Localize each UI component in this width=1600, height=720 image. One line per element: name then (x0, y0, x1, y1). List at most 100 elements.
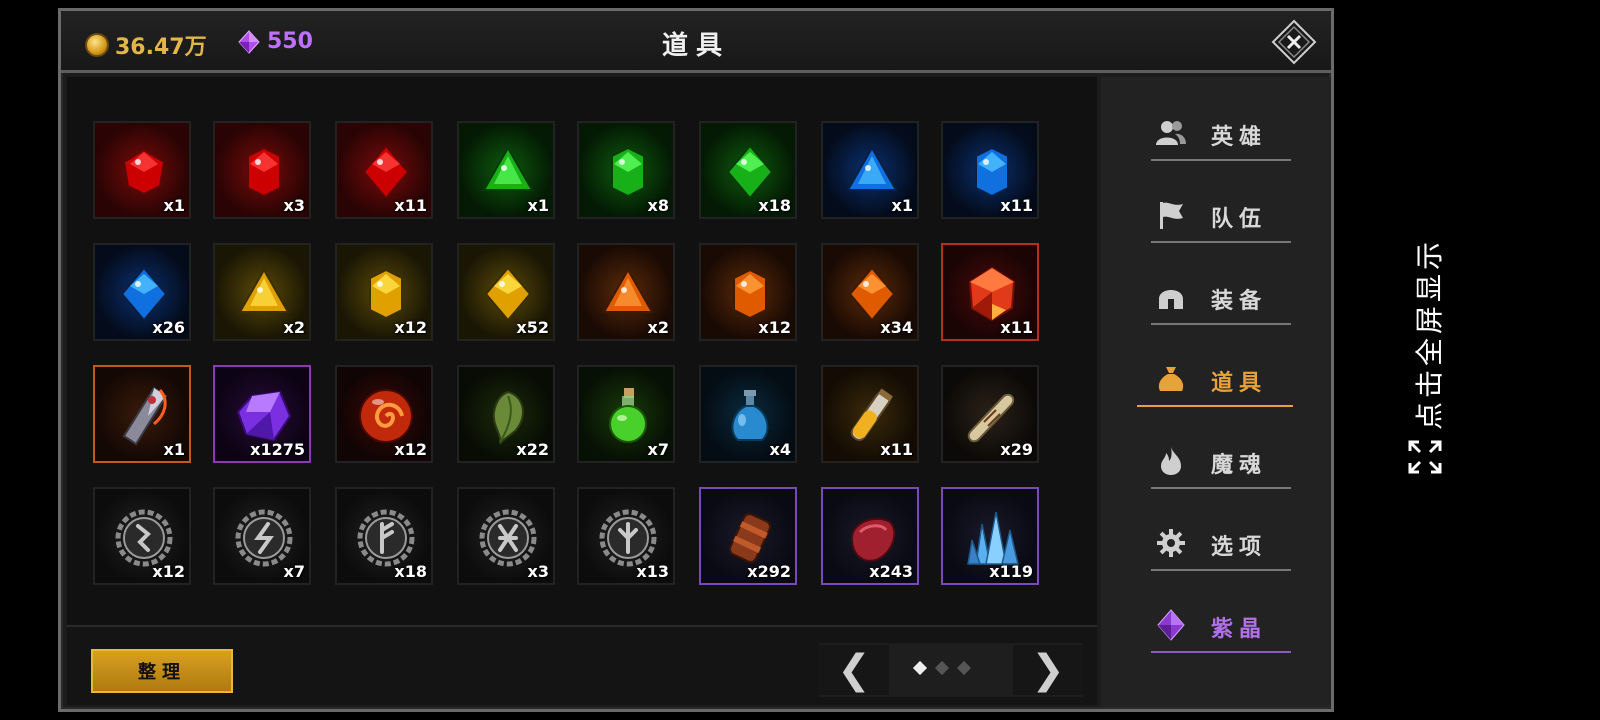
green-potion-icon (609, 388, 647, 443)
page-dot[interactable] (934, 660, 950, 676)
item-slot[interactable]: x1 (93, 365, 191, 463)
blue-gem-medium-icon (975, 146, 1009, 198)
sidebar-item-label: 装备 (1211, 289, 1268, 314)
red-gem-small-icon (122, 148, 166, 196)
item-slot[interactable]: x3 (457, 487, 555, 585)
ice-crystal-icon (967, 511, 1019, 565)
item-count: x119 (989, 562, 1033, 581)
item-slot[interactable]: x1 (457, 121, 555, 219)
item-count: x4 (769, 440, 791, 459)
item-slot[interactable]: x34 (821, 243, 919, 341)
top-bar: 36.47万 550 道具 (61, 11, 1331, 73)
page-dot-active[interactable] (912, 660, 928, 676)
item-slot[interactable]: x11 (821, 365, 919, 463)
bag-icon (1158, 367, 1184, 391)
item-slot[interactable]: x1275 (213, 365, 311, 463)
heroes-icon (1156, 121, 1186, 145)
item-count: x243 (869, 562, 913, 581)
item-count: x3 (283, 196, 305, 215)
item-slot[interactable]: x29 (941, 365, 1039, 463)
sidebar-item-label: 紫晶 (1211, 617, 1268, 642)
close-icon[interactable] (1271, 19, 1317, 65)
rune-1-icon (115, 509, 173, 567)
item-slot[interactable]: x243 (821, 487, 919, 585)
item-count: x1 (163, 440, 185, 459)
yellow-gem-large-icon (484, 266, 532, 322)
rune-4-icon (479, 509, 537, 567)
item-count: x1275 (250, 440, 305, 459)
item-slot[interactable]: x119 (941, 487, 1039, 585)
orange-gem-large-icon (848, 266, 896, 322)
sort-button[interactable]: 整理 (91, 649, 233, 693)
gold-vial-icon (850, 388, 893, 442)
red-gem-large-icon (362, 144, 410, 200)
page-dot[interactable] (956, 660, 972, 676)
item-slot[interactable]: x11 (941, 121, 1039, 219)
item-count: x22 (516, 440, 549, 459)
yellow-gem-medium-icon (369, 268, 403, 320)
item-slot[interactable]: x8 (577, 121, 675, 219)
sidebar-item-soul[interactable]: 魔魂 (1151, 425, 1291, 495)
prev-page-button[interactable]: ❮ (819, 645, 889, 695)
green-gem-small-icon (482, 145, 534, 191)
item-count: x52 (516, 318, 549, 337)
item-count: x1 (527, 196, 549, 215)
sidebar-item-label: 选项 (1211, 535, 1268, 560)
item-count: x2 (283, 318, 305, 337)
item-count: x12 (394, 440, 427, 459)
next-page-button[interactable]: ❯ (1013, 645, 1083, 695)
divider (1151, 159, 1291, 161)
item-slot[interactable]: x2 (213, 243, 311, 341)
item-slot[interactable]: x3 (213, 121, 311, 219)
item-slot[interactable]: x7 (577, 365, 675, 463)
item-slot[interactable]: x22 (457, 365, 555, 463)
flag-icon (1160, 202, 1183, 229)
item-slot[interactable]: x13 (577, 487, 675, 585)
item-slot[interactable]: x292 (699, 487, 797, 585)
blue-gem-small-icon (846, 145, 898, 191)
item-slot[interactable]: x11 (335, 121, 433, 219)
sidebar-item-options[interactable]: 选项 (1151, 507, 1291, 577)
item-slot[interactable]: x1 (821, 121, 919, 219)
expand-icon (1408, 440, 1442, 474)
sidebar-item-items[interactable]: 道具 (1137, 343, 1293, 413)
item-slot[interactable]: x4 (699, 365, 797, 463)
herb-pod-icon (492, 390, 524, 445)
item-count: x12 (152, 562, 185, 581)
item-slot[interactable]: x7 (213, 487, 311, 585)
sidebar-item-label: 英雄 (1211, 125, 1268, 150)
orange-gem-small-icon (602, 267, 654, 313)
item-slot[interactable]: x26 (93, 243, 191, 341)
sidebar-item-team[interactable]: 队伍 (1151, 179, 1291, 249)
sidebar-item-crystal[interactable]: 紫晶 (1151, 589, 1291, 659)
red-gem-medium-icon (247, 146, 281, 198)
item-count: x18 (394, 562, 427, 581)
orange-gem-medium-icon (733, 268, 767, 320)
green-gem-medium-icon (611, 146, 645, 198)
item-slot[interactable]: x18 (699, 121, 797, 219)
item-count: x1 (163, 196, 185, 215)
item-slot[interactable]: x18 (335, 487, 433, 585)
sidebar-item-heroes[interactable]: 英雄 (1151, 97, 1291, 167)
item-slot[interactable]: x12 (335, 365, 433, 463)
item-count: x292 (747, 562, 791, 581)
item-slot[interactable]: x2 (577, 243, 675, 341)
sidebar-item-label: 队伍 (1211, 207, 1268, 232)
item-slot[interactable]: x1 (93, 121, 191, 219)
fullscreen-label: 点击全屏显示 (1413, 237, 1446, 430)
item-slot[interactable]: x12 (699, 243, 797, 341)
item-slot[interactable]: x52 (457, 243, 555, 341)
rune-5-icon (599, 509, 657, 567)
fullscreen-toggle[interactable]: 点击全屏显示 (1400, 238, 1450, 480)
item-count: x11 (1000, 196, 1033, 215)
item-slot[interactable]: x12 (335, 243, 433, 341)
item-slot[interactable]: x11 (941, 243, 1039, 341)
blade-shard-icon (122, 386, 168, 446)
gear-icon (1157, 529, 1185, 557)
inventory-panel: 36.47万 550 道具 x1 x3 x11 x1 x8 x18 x1 x11… (58, 8, 1334, 712)
item-count: x18 (758, 196, 791, 215)
item-count: x3 (527, 562, 549, 581)
sidebar-item-equipment[interactable]: 装备 (1151, 261, 1291, 331)
divider (1151, 569, 1291, 571)
item-slot[interactable]: x12 (93, 487, 191, 585)
